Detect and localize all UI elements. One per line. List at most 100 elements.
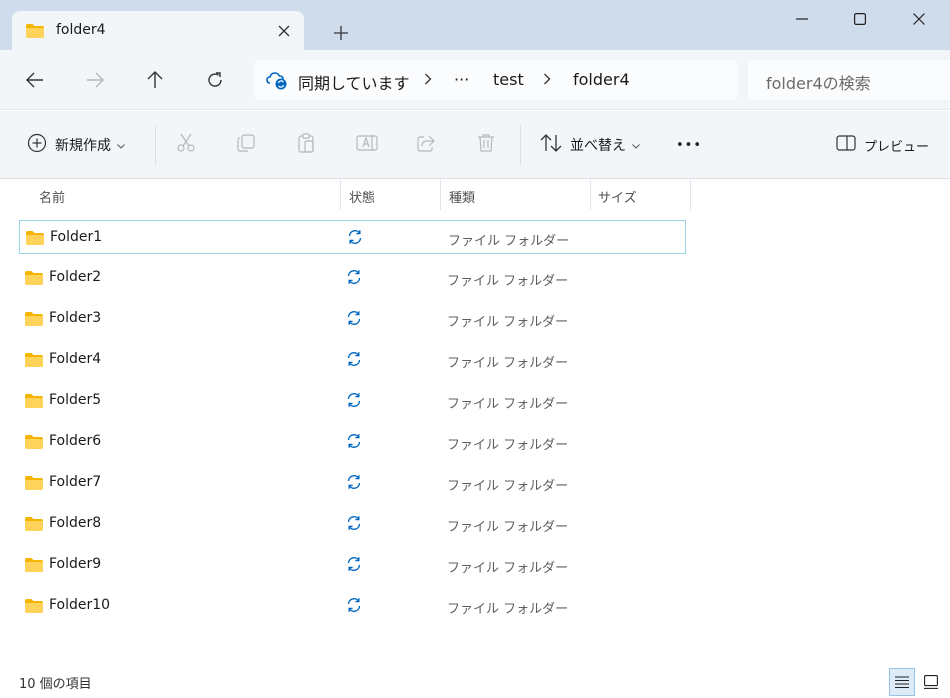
chevron-right-icon[interactable]	[543, 71, 551, 89]
address-bar[interactable]: 同期しています ··· test folder4	[254, 60, 738, 100]
breadcrumb-folder4[interactable]: folder4	[573, 70, 630, 89]
forward-arrow-icon[interactable]	[81, 66, 109, 94]
file-name: Folder6	[49, 433, 102, 449]
folder-icon	[24, 311, 44, 331]
file-row[interactable]: Folder3 ファイル フォルダー	[19, 302, 686, 336]
minimize-icon[interactable]	[787, 8, 817, 30]
sync-icon	[346, 474, 362, 494]
file-name: Folder7	[49, 474, 102, 490]
file-type: ファイル フォルダー	[447, 438, 569, 453]
folder-icon	[24, 270, 44, 290]
file-type: ファイル フォルダー	[447, 602, 569, 617]
file-name: Folder4	[49, 351, 102, 367]
sync-icon	[346, 310, 362, 330]
new-button[interactable]: 新規作成	[27, 133, 125, 157]
file-row[interactable]: Folder4 ファイル フォルダー	[19, 343, 686, 377]
folder-icon	[25, 23, 45, 43]
divider	[520, 125, 521, 165]
tiles-view-icon[interactable]	[918, 668, 944, 696]
file-type: ファイル フォルダー	[447, 315, 569, 330]
column-divider[interactable]	[690, 180, 691, 210]
file-type: ファイル フォルダー	[447, 356, 569, 371]
paste-button[interactable]	[296, 133, 316, 157]
column-divider[interactable]	[340, 180, 341, 210]
search-box[interactable]: folder4の検索	[748, 60, 950, 100]
tab-folder4[interactable]: folder4	[12, 11, 304, 51]
file-type: ファイル フォルダー	[447, 274, 569, 289]
folder-icon	[24, 516, 44, 536]
chevron-right-icon[interactable]	[424, 71, 432, 89]
rename-icon	[356, 133, 378, 157]
file-row[interactable]: Folder5 ファイル フォルダー	[19, 384, 686, 418]
refresh-icon[interactable]	[201, 66, 229, 94]
breadcrumb-overflow[interactable]: ···	[454, 70, 469, 89]
file-type: ファイル フォルダー	[447, 479, 569, 494]
new-button-label: 新規作成	[55, 138, 111, 154]
file-row[interactable]: Folder10 ファイル フォルダー	[19, 589, 686, 623]
details-view-icon[interactable]	[889, 668, 915, 696]
new-tab-icon[interactable]	[330, 22, 352, 44]
chevron-down-icon	[632, 137, 640, 153]
breadcrumb-test[interactable]: test	[493, 70, 524, 89]
up-arrow-icon[interactable]	[141, 66, 169, 94]
more-options-button[interactable]: •••	[676, 133, 702, 157]
folder-icon	[24, 598, 44, 618]
plus-circle-icon	[27, 133, 47, 157]
chevron-down-icon	[117, 137, 125, 153]
file-row[interactable]: Folder1 ファイル フォルダー	[19, 220, 686, 254]
file-name: Folder8	[49, 515, 102, 531]
copy-button[interactable]	[236, 133, 256, 157]
clipboard-icon	[296, 133, 316, 157]
folder-icon	[25, 230, 45, 250]
sync-icon	[346, 392, 362, 412]
sort-arrows-icon	[540, 133, 562, 157]
folder-icon	[24, 434, 44, 454]
title-bar: folder4	[0, 0, 950, 51]
preview-pane-icon	[836, 135, 856, 155]
more-icon: •••	[676, 137, 703, 153]
column-status[interactable]: 状態	[349, 187, 375, 206]
file-row[interactable]: Folder9 ファイル フォルダー	[19, 548, 686, 582]
sync-icon	[346, 597, 362, 617]
column-divider[interactable]	[440, 180, 441, 210]
share-button[interactable]	[416, 133, 436, 157]
navigation-bar: 同期しています ··· test folder4 folder4の検索	[0, 50, 950, 110]
sync-icon	[346, 556, 362, 576]
sync-icon	[346, 433, 362, 453]
sort-button[interactable]: 並べ替え	[540, 133, 640, 157]
file-type: ファイル フォルダー	[447, 561, 569, 576]
column-divider[interactable]	[590, 180, 591, 210]
file-type: ファイル フォルダー	[447, 397, 569, 412]
search-input[interactable]: folder4の検索	[766, 70, 871, 94]
file-row[interactable]: Folder2 ファイル フォルダー	[19, 261, 686, 295]
file-name: Folder3	[49, 310, 102, 326]
file-row[interactable]: Folder7 ファイル フォルダー	[19, 466, 686, 500]
folder-icon	[24, 557, 44, 577]
sync-icon	[346, 515, 362, 535]
delete-button[interactable]	[476, 133, 496, 157]
preview-pane-button[interactable]: プレビュー	[836, 133, 929, 157]
file-name: Folder2	[49, 269, 102, 285]
folder-icon	[24, 352, 44, 372]
file-row[interactable]: Folder6 ファイル フォルダー	[19, 425, 686, 459]
command-bar: 新規作成 並べ替え ••• プレビュー	[0, 111, 950, 179]
file-name: Folder5	[49, 392, 102, 408]
sync-icon	[347, 229, 363, 249]
file-name: Folder1	[50, 229, 103, 245]
file-type: ファイル フォルダー	[448, 234, 570, 249]
cut-button[interactable]	[176, 133, 196, 157]
close-tab-icon[interactable]	[274, 21, 294, 41]
column-type[interactable]: 種類	[449, 187, 475, 206]
rename-button[interactable]	[356, 133, 378, 157]
back-arrow-icon[interactable]	[21, 66, 49, 94]
column-size[interactable]: サイズ	[598, 187, 637, 206]
tab-title: folder4	[56, 22, 106, 38]
breadcrumb-root[interactable]: 同期しています	[298, 70, 410, 94]
share-icon	[416, 133, 436, 157]
maximize-icon[interactable]	[845, 8, 875, 30]
file-name: Folder9	[49, 556, 102, 572]
close-window-icon[interactable]	[904, 8, 934, 30]
sort-button-label: 並べ替え	[570, 138, 626, 154]
file-row[interactable]: Folder8 ファイル フォルダー	[19, 507, 686, 541]
column-name[interactable]: 名前	[39, 187, 65, 206]
